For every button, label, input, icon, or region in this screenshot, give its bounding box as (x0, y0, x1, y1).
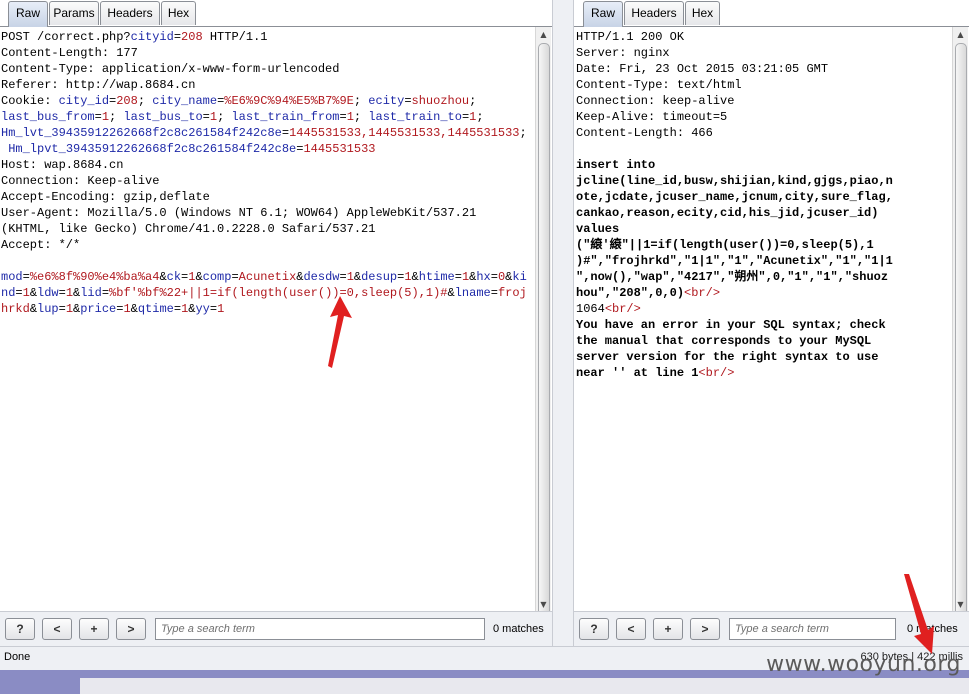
tab-raw[interactable]: Raw (583, 1, 623, 27)
scroll-down-icon[interactable]: ▼ (953, 597, 968, 612)
prev-match-button[interactable]: < (616, 618, 646, 640)
help-button[interactable]: ? (5, 618, 35, 640)
search-input[interactable]: Type a search term (155, 618, 485, 640)
tab-headers[interactable]: Headers (624, 1, 684, 25)
scroll-thumb[interactable] (538, 43, 550, 621)
request-editor[interactable]: POST /correct.php?cityid=208 HTTP/1.1 Co… (0, 27, 535, 612)
annotation-arrow-icon (904, 574, 934, 654)
match-count: 0 matches (493, 623, 544, 635)
search-input[interactable]: Type a search term (729, 618, 896, 640)
prev-match-button[interactable]: < (42, 618, 72, 640)
next-match-button[interactable]: > (690, 618, 720, 640)
scroll-thumb[interactable] (955, 43, 967, 621)
response-text: HTTP/1.1 200 OK Server: nginx Date: Fri,… (576, 30, 893, 380)
add-button[interactable]: + (653, 618, 683, 640)
help-button[interactable]: ? (579, 618, 609, 640)
request-tabs: Raw Params Headers Hex (0, 0, 552, 27)
response-pane: Raw Headers Hex HTTP/1.1 200 OK Server: … (574, 0, 969, 646)
next-match-button[interactable]: > (116, 618, 146, 640)
scroll-down-icon[interactable]: ▼ (536, 597, 551, 612)
request-search-bar: ? < + > Type a search term 0 matches (0, 611, 552, 646)
scroll-up-icon[interactable]: ▲ (953, 27, 968, 42)
response-scrollbar[interactable]: ▲ ▼ (952, 27, 968, 621)
tab-headers[interactable]: Headers (100, 1, 160, 25)
scroll-up-icon[interactable]: ▲ (536, 27, 551, 42)
tab-raw[interactable]: Raw (8, 1, 48, 27)
response-editor[interactable]: HTTP/1.1 200 OK Server: nginx Date: Fri,… (574, 27, 952, 612)
add-button[interactable]: + (79, 618, 109, 640)
tab-hex[interactable]: Hex (685, 1, 720, 25)
request-text: POST /correct.php?cityid=208 HTTP/1.1 Co… (1, 30, 527, 316)
annotation-arrow-icon (328, 296, 352, 368)
tab-params[interactable]: Params (49, 1, 99, 25)
request-pane: Raw Params Headers Hex POST /correct.php… (0, 0, 552, 646)
tab-hex[interactable]: Hex (161, 1, 196, 25)
pane-divider[interactable] (552, 0, 574, 646)
watermark: www.wooyun.org (766, 652, 961, 677)
request-scrollbar[interactable]: ▲ ▼ (535, 27, 551, 621)
response-tabs: Raw Headers Hex (574, 0, 969, 27)
status-text: Done (4, 651, 31, 663)
